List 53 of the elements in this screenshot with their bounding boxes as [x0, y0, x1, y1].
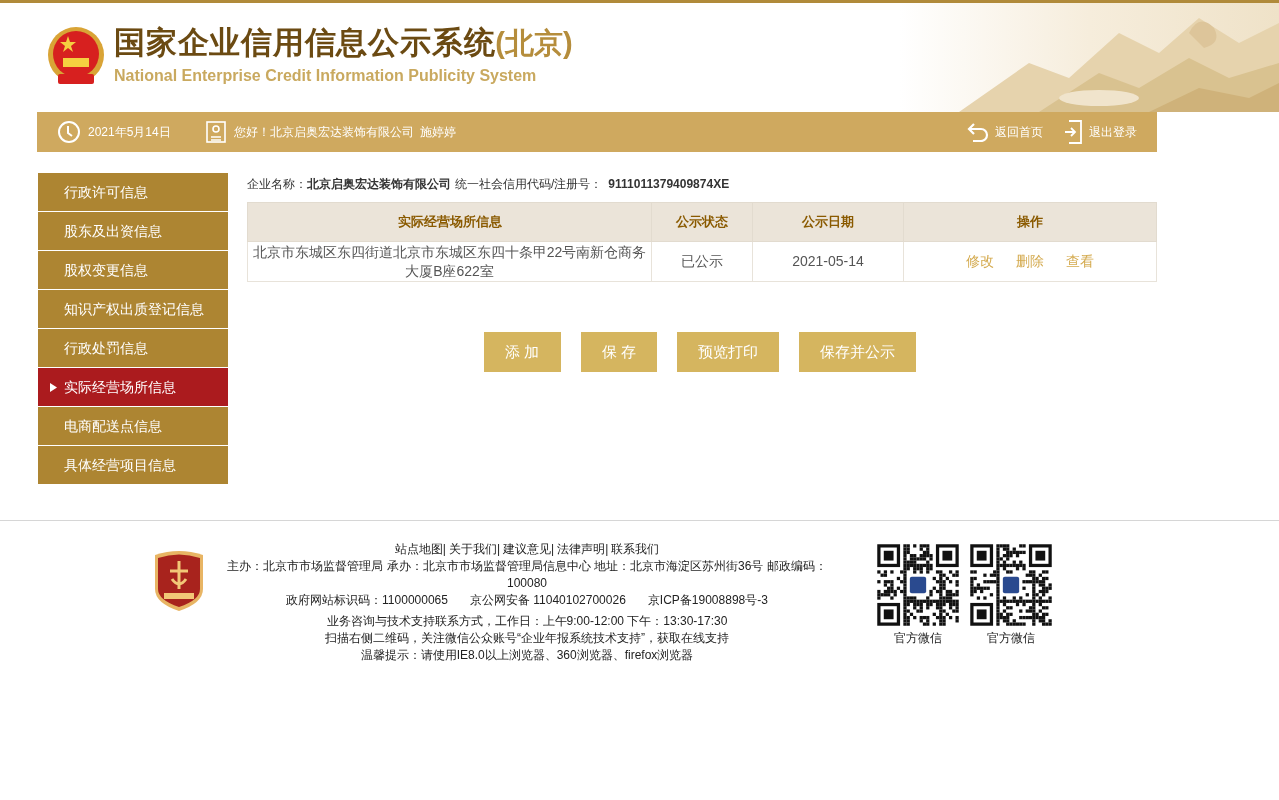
nav-link[interactable]: 退出登录 [1063, 120, 1137, 144]
sidebar-item[interactable]: 股东及出资信息 [38, 212, 228, 250]
credit-code: 9111011379409874XE [608, 176, 730, 193]
sidebar-item[interactable]: 实际经营场所信息 [38, 368, 228, 406]
sidebar-item[interactable]: 具体经营项目信息 [38, 446, 228, 484]
sponsor-info: 主办：北京市市场监督管理局 承办：北京市市场监督管理局信息中心 地址：北京市海淀区苏州街36号 邮政编码：100080 [226, 558, 828, 592]
site-subtitle: National Enterprise Credit Information Publicity System [114, 65, 538, 86]
id-card-icon [204, 120, 227, 144]
site-title-region: (北京) [495, 28, 573, 58]
qr-code-caption: 官方微信 [987, 630, 1035, 647]
greeting-text: 您好！北京启奥宏达装饰有限公司 施婷婷 [233, 124, 457, 141]
sidebar-item[interactable]: 知识产权出质登记信息 [38, 290, 228, 328]
footer-link[interactable]: 建议意见| [503, 541, 555, 558]
column-header: 操作 [903, 202, 1157, 242]
table-cell: 北京市东城区东四街道北京市东城区东四十条甲22号南新仓商务大厦B座622室 [247, 241, 652, 282]
sidebar-item[interactable]: 行政许可信息 [38, 173, 228, 211]
column-header: 公示日期 [752, 202, 904, 242]
action-button[interactable]: 保 存 [580, 332, 657, 372]
support-note: 温馨提示：请使用IE8.0以上浏览器、360浏览器、firefox浏览器 [359, 647, 695, 664]
registration-number: 京ICP备19008898号-3 [647, 592, 768, 609]
credit-code-label: 统一社会信用代码/注册号： [455, 176, 603, 193]
action-link[interactable]: 删除 [1016, 251, 1044, 272]
footer-link[interactable]: 联系我们 [611, 541, 660, 558]
sidebar-item[interactable]: 电商配送点信息 [38, 407, 228, 445]
table-cell: 已公示 [651, 241, 753, 282]
current-date: 2021年5月14日 [88, 124, 171, 141]
qr-code-caption: 官方微信 [894, 630, 942, 647]
support-note: 扫描右侧二维码，关注微信公众账号“企业年报系统技术支持”，获取在线支持 [324, 630, 730, 647]
table-cell: 2021-05-14 [752, 241, 904, 282]
registration-number: 京公网安备 11040102700026 [469, 592, 626, 609]
footer-link[interactable]: 关于我们| [448, 541, 500, 558]
back-arrow-icon [967, 122, 989, 142]
support-note: 业务咨询与技术支持联系方式，工作日：上午9:00-12:00 下午：13:30-17:30 [325, 613, 729, 630]
company-name: 北京启奥宏达装饰有限公司 [307, 176, 451, 193]
action-button[interactable]: 保存并公示 [798, 332, 916, 372]
action-button[interactable]: 预览打印 [676, 332, 779, 372]
action-button[interactable]: 添 加 [484, 332, 561, 372]
exit-icon [1063, 120, 1083, 144]
sidebar-item[interactable]: 行政处罚信息 [38, 329, 228, 367]
sidebar-item[interactable]: 股权变更信息 [38, 251, 228, 289]
clock-icon [57, 120, 81, 144]
party-emblem-icon [152, 549, 206, 613]
triangle-icon [50, 382, 57, 392]
action-link[interactable]: 查看 [1066, 251, 1094, 272]
site-title: 国家企业信用信息公示系统 [114, 26, 496, 58]
registration-number: 政府网站标识码：1100000065 [286, 592, 448, 609]
column-header: 实际经营场所信息 [247, 202, 652, 242]
footer-link[interactable]: 法律声明| [557, 541, 609, 558]
company-name-label: 企业名称： [247, 176, 307, 193]
column-header: 公示状态 [651, 202, 753, 242]
action-link[interactable]: 修改 [966, 251, 994, 272]
footer-link[interactable]: 站点地图| [394, 541, 446, 558]
nav-link[interactable]: 返回首页 [967, 122, 1043, 142]
